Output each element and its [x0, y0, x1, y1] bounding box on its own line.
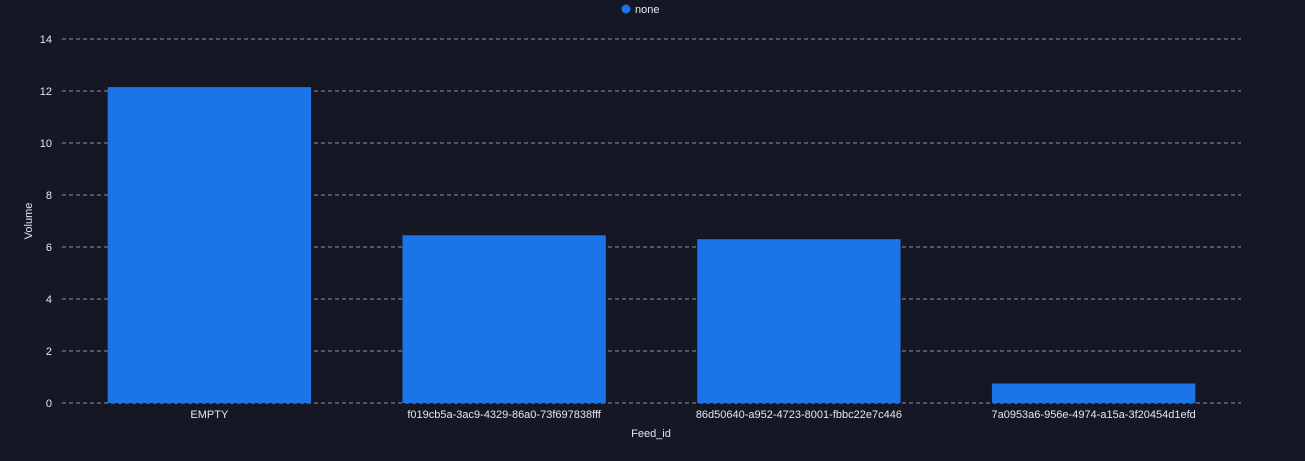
y-tick-label: 12	[40, 86, 52, 98]
y-tick-label: 4	[46, 294, 52, 306]
y-tick-label: 0	[46, 398, 52, 410]
y-tick-label: 2	[46, 346, 52, 358]
bar[interactable]	[402, 235, 606, 403]
bar-chart: 0 2 4 6 8 10 12 14 EMPTY f019cb5a-3ac9-4329-86a0…	[23, 4, 1241, 440]
bars	[107, 87, 1196, 404]
bar[interactable]	[991, 383, 1196, 404]
y-tick-label: 14	[40, 34, 52, 46]
x-tick-label: 86d50640-a952-4723-8001-fbbc22e7c446	[696, 409, 902, 421]
chart-container: 0 2 4 6 8 10 12 14 EMPTY f019cb5a-3ac9-4329-86a0…	[0, 0, 1305, 461]
bar[interactable]	[697, 239, 901, 403]
x-tick-label: f019cb5a-3ac9-4329-86a0-73f697838fff	[407, 409, 601, 421]
y-axis-ticks: 0 2 4 6 8 10 12 14	[40, 34, 52, 410]
x-axis-ticks: EMPTY f019cb5a-3ac9-4329-86a0-73f697838ff…	[190, 409, 1195, 421]
legend-swatch-icon[interactable]	[621, 4, 631, 14]
y-tick-label: 6	[46, 242, 52, 254]
x-tick-label: 7a0953a6-956e-4974-a15a-3f20454d1efd	[991, 409, 1195, 421]
x-tick-label: EMPTY	[190, 409, 229, 421]
bar[interactable]	[107, 87, 312, 403]
y-tick-label: 8	[46, 190, 52, 202]
y-tick-label: 10	[40, 138, 52, 150]
legend[interactable]: none	[621, 4, 660, 16]
x-axis-title: Feed_id	[631, 428, 671, 440]
legend-label[interactable]: none	[635, 4, 659, 16]
y-axis-title: Volume	[23, 203, 35, 240]
